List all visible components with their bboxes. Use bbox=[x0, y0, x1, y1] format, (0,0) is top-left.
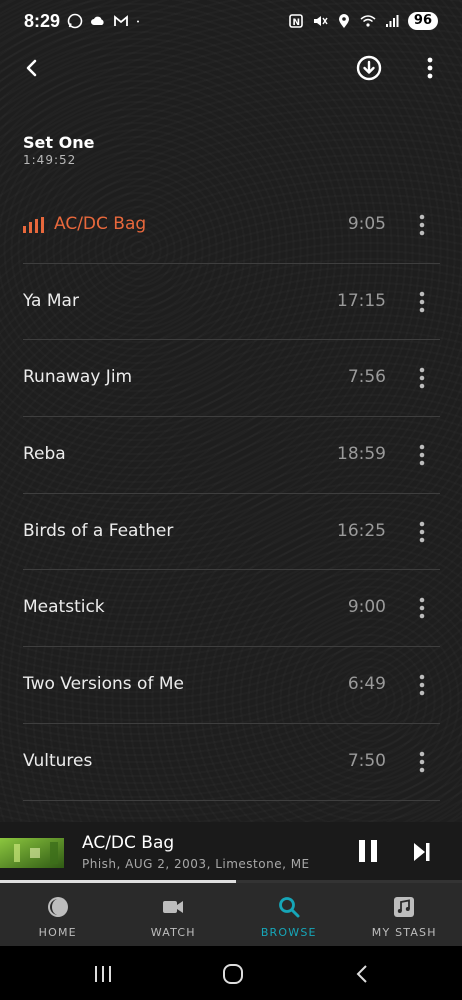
track-more-icon[interactable] bbox=[416, 211, 428, 239]
pause-icon[interactable] bbox=[357, 839, 379, 863]
location-icon bbox=[338, 14, 349, 28]
nav-my-stash-label: MY STASH bbox=[371, 926, 437, 939]
track-duration: 7:56 bbox=[347, 367, 386, 388]
track-duration: 18:59 bbox=[337, 444, 386, 465]
battery-indicator: 96 bbox=[407, 12, 438, 30]
equalizer-icon bbox=[23, 217, 44, 233]
whatsapp-icon bbox=[67, 13, 83, 29]
mute-icon bbox=[313, 16, 328, 26]
top-app-bar bbox=[0, 44, 462, 92]
more-vertical-icon[interactable] bbox=[418, 54, 442, 82]
track-row[interactable]: Vultures 7:50 bbox=[0, 724, 462, 801]
system-back-icon[interactable] bbox=[352, 963, 374, 985]
track-title: Ya Mar bbox=[23, 290, 79, 311]
status-left: 8:29 bbox=[24, 11, 144, 32]
track-more-icon[interactable] bbox=[416, 594, 428, 622]
track-title: Vultures bbox=[23, 750, 93, 771]
wifi-icon bbox=[360, 15, 376, 27]
album-art-thumbnail bbox=[0, 838, 64, 868]
nav-watch-label: WATCH bbox=[150, 926, 196, 939]
system-navigation-bar bbox=[0, 946, 462, 1000]
nav-my-stash[interactable]: MY STASH bbox=[347, 883, 462, 946]
skip-next-icon[interactable] bbox=[413, 842, 431, 862]
track-title: AC/DC Bag bbox=[54, 214, 147, 234]
cloud-icon bbox=[91, 16, 104, 25]
track-row[interactable]: Reba 18:59 bbox=[0, 417, 462, 494]
track-duration: 9:05 bbox=[347, 214, 386, 234]
gmail-icon bbox=[114, 15, 128, 26]
nfc-icon: N bbox=[289, 14, 303, 28]
track-list: AC/DC Bag 9:05 Ya Mar 17:15 Runaway Jim … bbox=[0, 187, 462, 801]
nav-browse[interactable]: BROWSE bbox=[231, 883, 347, 946]
svg-text:N: N bbox=[292, 18, 300, 28]
set-title: Set One bbox=[23, 133, 95, 152]
track-more-icon[interactable] bbox=[416, 748, 428, 776]
track-more-icon[interactable] bbox=[416, 364, 428, 392]
track-duration: 7:50 bbox=[347, 750, 386, 771]
set-duration: 1:49:52 bbox=[23, 153, 77, 167]
track-row[interactable]: Meatstick 9:00 bbox=[0, 570, 462, 648]
status-time: 8:29 bbox=[24, 10, 61, 31]
nav-browse-label: BROWSE bbox=[260, 926, 317, 939]
bottom-navigation: HOME WATCH BROWSE MY STASH bbox=[0, 883, 462, 946]
signal-icon bbox=[385, 15, 399, 27]
track-row[interactable]: Two Versions of Me 6:49 bbox=[0, 647, 462, 724]
back-arrow-icon[interactable] bbox=[18, 54, 46, 82]
track-more-icon[interactable] bbox=[416, 671, 428, 699]
nav-home-label: HOME bbox=[38, 926, 77, 939]
track-duration: 16:25 bbox=[337, 520, 386, 541]
nav-watch[interactable]: WATCH bbox=[116, 883, 232, 946]
track-title: Two Versions of Me bbox=[23, 674, 184, 695]
nav-home[interactable]: HOME bbox=[0, 883, 116, 946]
track-row-playing[interactable]: AC/DC Bag 9:05 bbox=[0, 187, 462, 264]
mini-player[interactable]: AC/DC Bag Phish, AUG 2, 2003, Limestone,… bbox=[0, 822, 462, 882]
set-header: Set One 1:49:52 bbox=[23, 133, 94, 167]
download-icon[interactable] bbox=[355, 54, 383, 82]
track-title: Runaway Jim bbox=[23, 367, 133, 388]
video-camera-icon bbox=[163, 901, 184, 913]
home-icon bbox=[47, 897, 68, 917]
track-more-icon[interactable] bbox=[416, 518, 428, 546]
track-more-icon[interactable] bbox=[416, 441, 428, 469]
search-icon bbox=[278, 897, 300, 918]
notification-dot-icon bbox=[137, 20, 140, 23]
track-title: Meatstick bbox=[23, 597, 105, 618]
track-duration: 17:15 bbox=[337, 290, 386, 311]
recent-apps-icon[interactable] bbox=[92, 963, 114, 985]
status-right: N 96 bbox=[288, 12, 438, 30]
divider bbox=[23, 799, 440, 801]
track-row[interactable]: Birds of a Feather 16:25 bbox=[0, 494, 462, 571]
now-playing-title: AC/DC Bag bbox=[82, 833, 175, 853]
track-row[interactable]: Ya Mar 17:15 bbox=[0, 264, 462, 341]
track-title: Birds of a Feather bbox=[23, 520, 174, 541]
status-bar: 8:29 N 96 bbox=[0, 0, 462, 42]
track-more-icon[interactable] bbox=[416, 288, 428, 316]
track-row[interactable]: Runaway Jim 7:56 bbox=[0, 340, 462, 418]
now-playing-subtitle: Phish, AUG 2, 2003, Limestone, ME bbox=[82, 857, 310, 871]
track-duration: 6:49 bbox=[347, 674, 386, 695]
track-title: Reba bbox=[23, 444, 66, 465]
track-duration: 9:00 bbox=[347, 597, 386, 618]
music-note-icon bbox=[394, 897, 415, 917]
home-button-icon[interactable] bbox=[222, 963, 244, 985]
